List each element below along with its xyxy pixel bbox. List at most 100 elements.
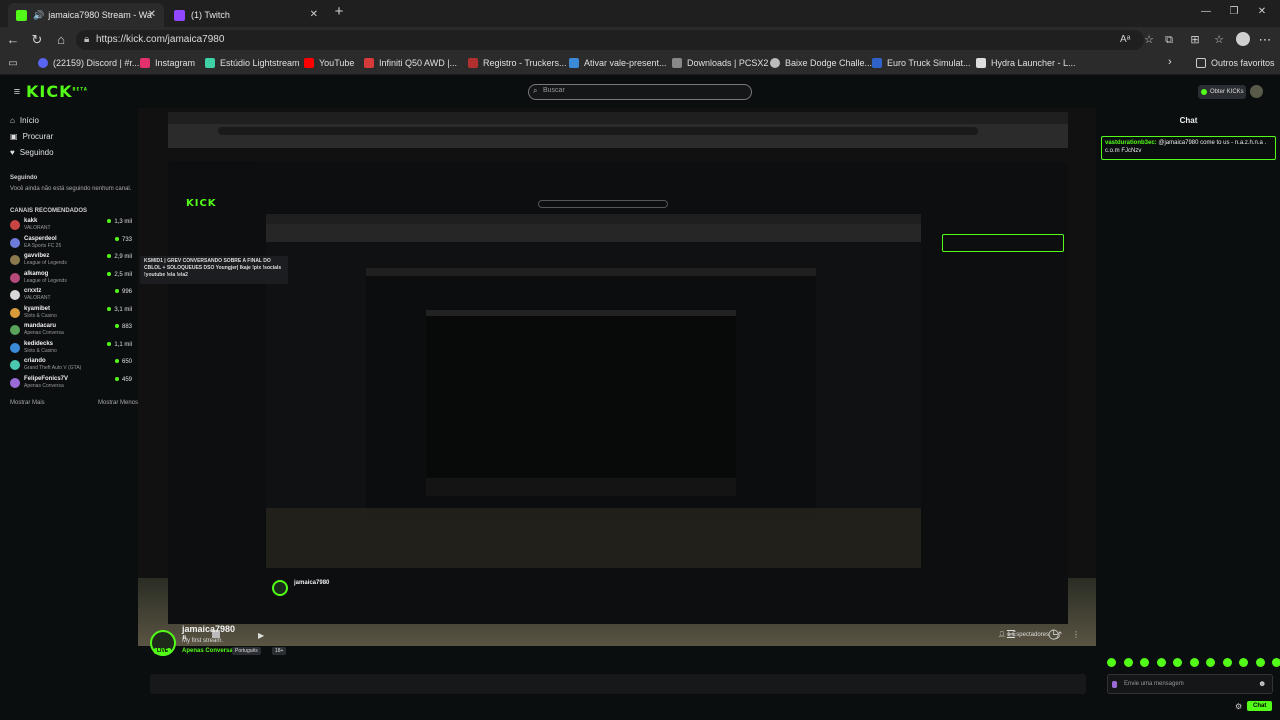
more-options-icon[interactable]: ⋮ bbox=[1072, 630, 1080, 639]
close-icon[interactable]: ✕ bbox=[148, 9, 156, 20]
other-favorites-label: Outros favoritos bbox=[1211, 58, 1275, 68]
favorites-icon[interactable]: ☆ bbox=[1210, 32, 1228, 48]
sidebar-item-following[interactable]: ♥ Seguindo bbox=[10, 148, 54, 157]
reload-icon[interactable]: ↻ bbox=[28, 32, 46, 48]
tag-language[interactable]: Português bbox=[232, 647, 261, 655]
channel-viewers: 883 bbox=[115, 324, 132, 330]
channel-avatar bbox=[10, 307, 20, 318]
address-bar[interactable]: 🔒︎ https://kick.com/jamaica7980 Aᵃ bbox=[76, 30, 1144, 50]
channel-row[interactable]: FelipeFonics7V Apenas Conversa 459 bbox=[10, 376, 132, 392]
bookmarks-overflow-icon[interactable]: › bbox=[1168, 56, 1172, 68]
channel-row[interactable]: crxxtz VALORANT 996 bbox=[10, 288, 132, 304]
chat-settings-icon[interactable]: ⚙ bbox=[1235, 702, 1242, 711]
channel-name: mandacaru bbox=[24, 323, 57, 329]
video-player[interactable]: KICK KSMID1 | GREV CONVERSANDO SOBRE A F… bbox=[138, 108, 1096, 646]
sidebar-item-label: Seguindo bbox=[19, 148, 54, 157]
emote-icon[interactable] bbox=[1255, 658, 1265, 667]
bookmark-dodge[interactable]: Baixe Dodge Challe... bbox=[770, 58, 872, 68]
emote-icon[interactable] bbox=[1272, 658, 1280, 667]
home-icon[interactable]: ⌂ bbox=[52, 32, 70, 48]
bookmark-discord[interactable]: (22159) Discord | #r... bbox=[38, 58, 139, 68]
tab-twitch[interactable]: (1) Twitch ✕ bbox=[166, 3, 326, 27]
tag-age[interactable]: 18+ bbox=[272, 647, 287, 655]
sidebar-item-browse[interactable]: ▣ Procurar bbox=[10, 132, 53, 141]
capture-kick-logo: KICK bbox=[186, 198, 217, 209]
emote-icon[interactable] bbox=[1189, 658, 1199, 667]
split-screen-icon[interactable]: ⊞ bbox=[1186, 32, 1204, 48]
channel-avatar bbox=[10, 360, 20, 370]
chat-send-button[interactable]: Chat bbox=[1247, 701, 1273, 711]
search-input[interactable]: ⌕ Buscar bbox=[528, 84, 752, 100]
show-more-button[interactable]: Mostrar Mais bbox=[10, 400, 45, 406]
chat-input[interactable]: Envie uma mensagem ☻ bbox=[1107, 674, 1273, 694]
share-icon[interactable]: ⤴ bbox=[1054, 630, 1062, 641]
bookmark-menu-icon[interactable]: ▭ bbox=[4, 56, 22, 72]
bookmark-pcsx2[interactable]: Downloads | PCSX2 bbox=[672, 58, 768, 68]
read-aloud-icon[interactable]: Aᵃ bbox=[1120, 34, 1130, 45]
more-menu-icon[interactable]: ⋯ bbox=[1256, 32, 1274, 48]
channel-row[interactable]: kakk VALORANT 1,3 mil bbox=[10, 218, 132, 234]
browser-tab-bar: 🔊 jamaica7980 Stream - Watch L ✕ (1) Twi… bbox=[0, 0, 1280, 27]
channel-row[interactable]: alkamog League of Legends 2,5 mil bbox=[10, 271, 132, 287]
channel-row[interactable]: gavvibez League of Legends 2,9 mil bbox=[10, 253, 132, 269]
channel-category: Slots & Casino bbox=[24, 347, 57, 354]
favorite-star-icon[interactable]: ☆ bbox=[1140, 32, 1158, 48]
profile-avatar[interactable] bbox=[1236, 32, 1250, 46]
get-kicks-button[interactable]: Obter KICKs bbox=[1198, 85, 1246, 99]
channel-avatar bbox=[10, 377, 20, 388]
stream-category[interactable]: Apenas Conversa bbox=[182, 648, 233, 654]
bookmark-hydra[interactable]: Hydra Launcher - L... bbox=[976, 58, 1076, 68]
new-tab-button[interactable]: + bbox=[330, 4, 348, 20]
hydra-icon bbox=[976, 58, 986, 68]
bookmark-instagram[interactable]: Instagram bbox=[140, 58, 195, 68]
emote-icon[interactable] bbox=[1222, 658, 1232, 667]
channel-row[interactable]: kedidecks Slots & Casino 1,1 mil bbox=[10, 341, 132, 357]
search-icon: ⌕ bbox=[533, 86, 538, 95]
bookmark-lightstream[interactable]: Estúdio Lightstream bbox=[205, 58, 300, 68]
emote-icon[interactable] bbox=[1140, 658, 1149, 667]
minimize-icon[interactable]: — bbox=[1196, 6, 1216, 17]
speaker-icon[interactable]: 🔊 bbox=[33, 10, 44, 21]
show-less-button[interactable]: Mostrar Menos bbox=[98, 400, 138, 406]
window-close-icon[interactable]: ✕ bbox=[1252, 6, 1272, 17]
other-favorites[interactable]: Outros favoritos bbox=[1196, 58, 1275, 68]
bookmark-youtube[interactable]: YouTube bbox=[304, 58, 354, 68]
bookmark-truckers[interactable]: Registro - Truckers... bbox=[468, 58, 567, 68]
user-avatar[interactable] bbox=[1250, 85, 1263, 98]
emote-icon[interactable] bbox=[1239, 658, 1248, 667]
channel-row[interactable]: criando Grand Theft Auto V (GTA) 650 bbox=[10, 358, 132, 374]
hamburger-menu-icon[interactable]: ≡ bbox=[8, 84, 26, 100]
tab-title: jamaica7980 Stream - Watch L bbox=[48, 10, 152, 20]
back-icon[interactable]: ← bbox=[4, 32, 22, 48]
emote-icon[interactable] bbox=[1173, 658, 1182, 667]
search-placeholder: Buscar bbox=[543, 87, 565, 94]
sidebar-item-home[interactable]: ⌂ Início bbox=[10, 116, 39, 125]
emote-icon[interactable] bbox=[1206, 658, 1215, 667]
chat-username[interactable]: vastdurationb3ec: bbox=[1105, 140, 1157, 146]
emote-icon[interactable] bbox=[1123, 658, 1133, 667]
bookmark-infiniti[interactable]: Infiniti Q50 AWD |... bbox=[364, 58, 457, 68]
maximize-icon[interactable]: ❐ bbox=[1224, 6, 1244, 17]
next-icon[interactable]: ▶ bbox=[258, 631, 264, 640]
kick-logo[interactable]: KICKBETA bbox=[26, 82, 88, 101]
close-icon[interactable]: ✕ bbox=[310, 9, 318, 20]
channel-row[interactable]: mandacaru Apenas Conversa 883 bbox=[10, 323, 132, 339]
channel-row[interactable]: kyamibet Slots & Casino 3,1 mil bbox=[10, 306, 132, 322]
bookmark-label: Estúdio Lightstream bbox=[220, 58, 300, 68]
channel-row[interactable]: Casperdeol EA Sports FC 25 733 bbox=[10, 236, 132, 252]
channel-viewers: 996 bbox=[115, 289, 132, 295]
bookmark-eurotruck[interactable]: Euro Truck Simulat... bbox=[872, 58, 971, 68]
bookmark-gift[interactable]: Ativar vale-present... bbox=[569, 58, 667, 68]
emoji-icon[interactable]: ☻ bbox=[1258, 679, 1266, 688]
emote-icon[interactable] bbox=[1107, 658, 1116, 667]
chat-header: Chat bbox=[1179, 116, 1198, 125]
emote-icon[interactable] bbox=[1156, 658, 1166, 667]
youtube-icon bbox=[304, 58, 314, 68]
kick-sidebar: ⌂ Início ▣ Procurar ♥ Seguindo Seguindo Voc… bbox=[0, 108, 138, 720]
tab-kick-stream[interactable]: 🔊 jamaica7980 Stream - Watch L ✕ bbox=[8, 3, 164, 27]
extensions-icon[interactable]: ⧉ bbox=[1160, 32, 1178, 48]
channel-category: Grand Theft Auto V (GTA) bbox=[24, 365, 82, 371]
channel-name: kyamibet bbox=[24, 305, 51, 312]
stream-capture bbox=[138, 108, 1096, 646]
streamer-name[interactable]: jamaica7980 bbox=[182, 624, 235, 634]
